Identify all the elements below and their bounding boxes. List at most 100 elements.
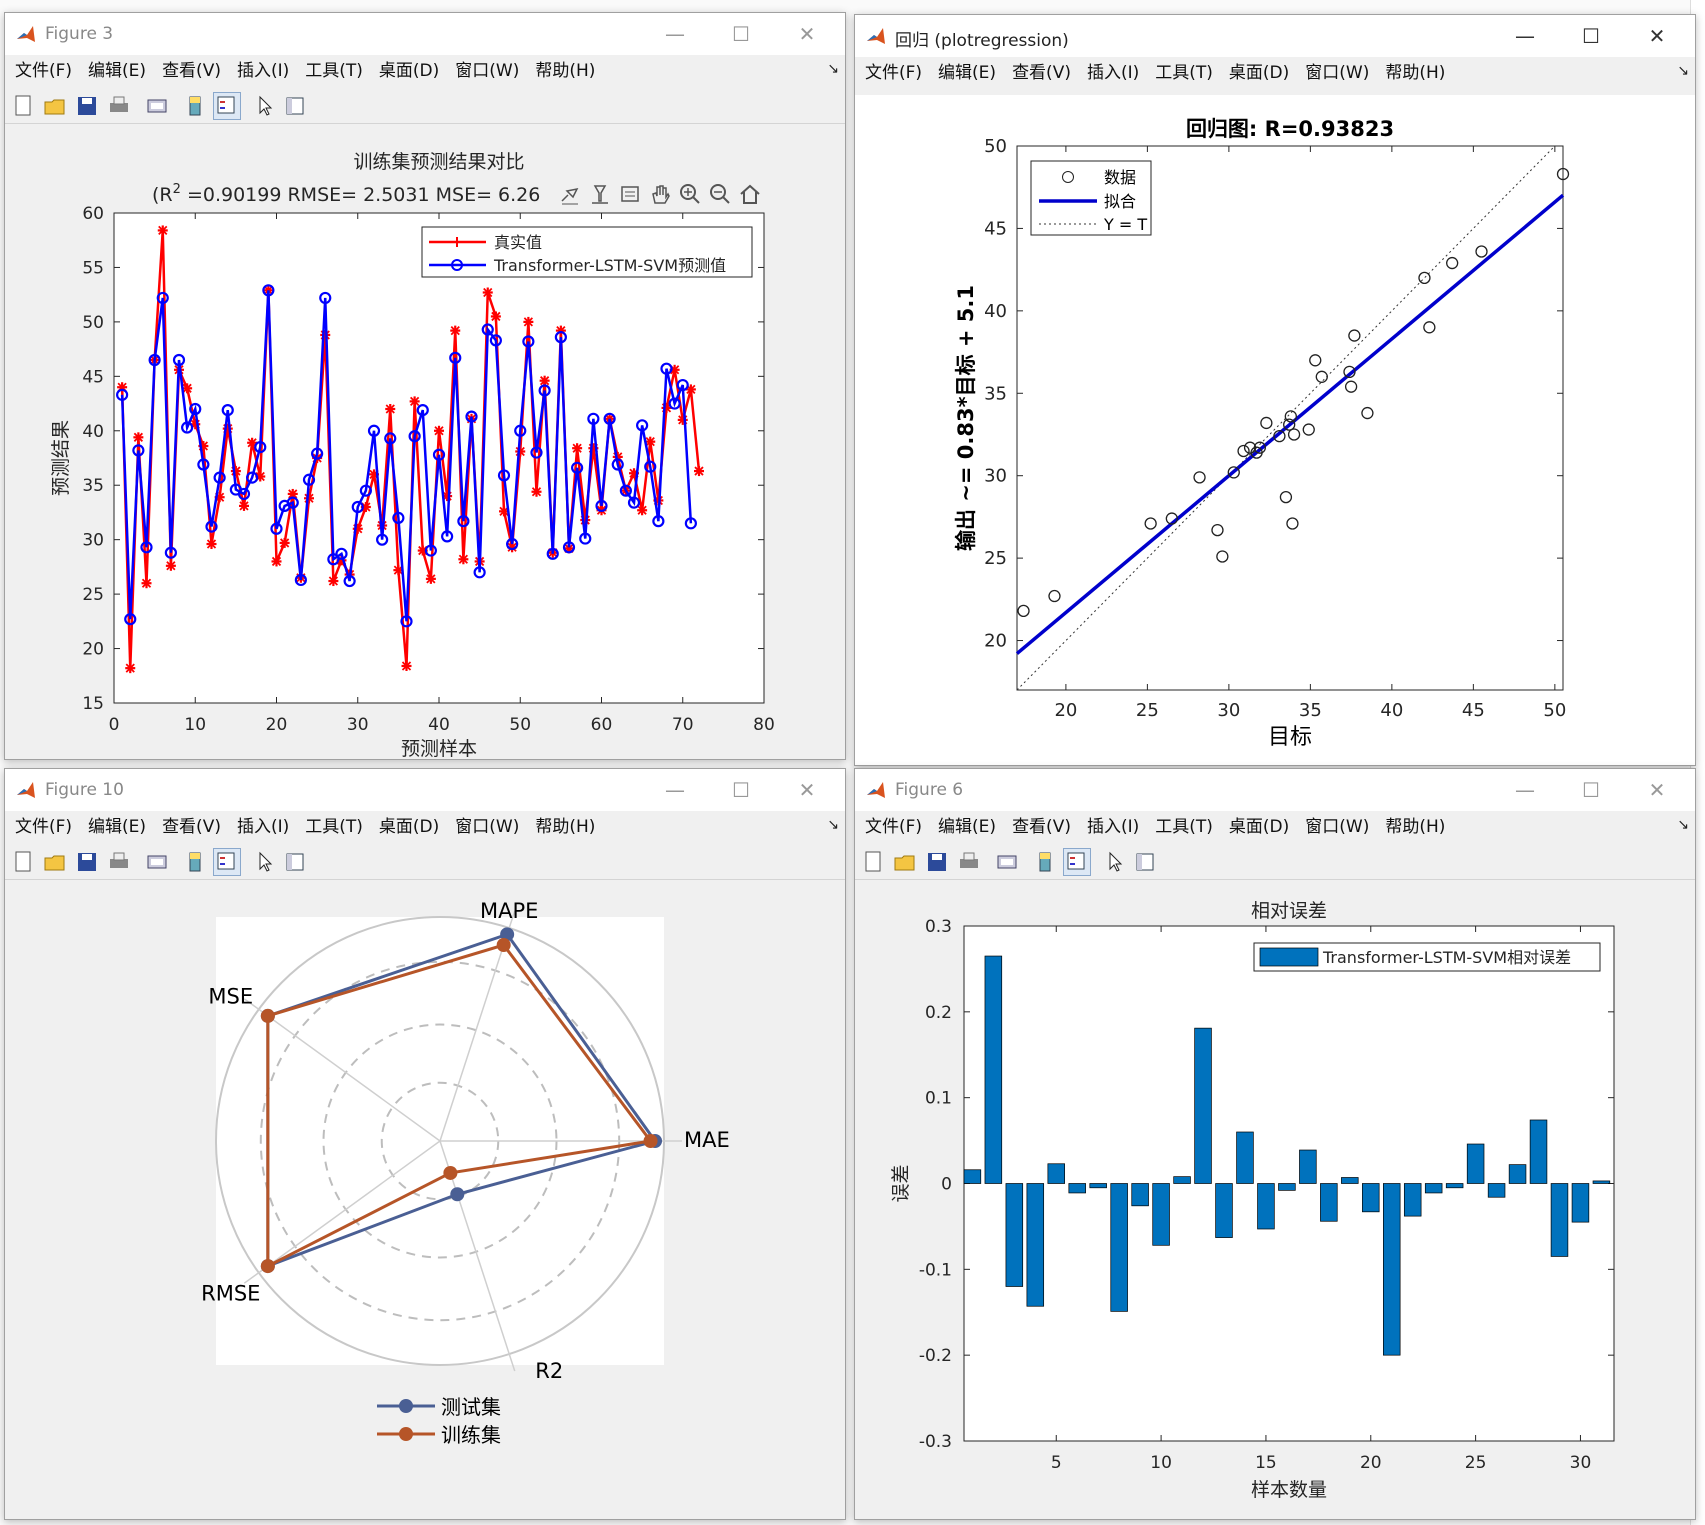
data-tips-icon[interactable] — [589, 183, 611, 205]
menu-item[interactable]: 工具(T) — [1155, 813, 1213, 841]
figure6-window[interactable]: Figure 6 — ☐ ✕ 文件(F) 编辑(E) 查看(V) 插入(I) 工具(T)… — [854, 768, 1696, 1520]
menu-item[interactable]: 帮助(H) — [535, 57, 595, 85]
save-icon[interactable] — [925, 850, 949, 874]
y-tick-label: 35 — [82, 476, 104, 496]
menu-item[interactable]: 编辑(E) — [88, 813, 146, 841]
toolbar-toggle-arrow-icon[interactable]: ↘ — [1677, 817, 1689, 833]
x-tick-label: 30 — [1570, 1453, 1592, 1473]
y-tick-label: 30 — [984, 466, 1007, 487]
open-file-icon[interactable] — [43, 94, 67, 118]
menu-item[interactable]: 插入(I) — [237, 813, 289, 841]
new-figure-icon[interactable] — [11, 850, 35, 874]
menu-item[interactable]: 查看(V) — [162, 57, 221, 85]
property-inspector-icon[interactable] — [1133, 850, 1157, 874]
toolbar-toggle-arrow-icon[interactable]: ↘ — [827, 61, 839, 77]
data-point-true — [694, 466, 704, 477]
brush-icon[interactable] — [559, 183, 581, 205]
menu-item[interactable]: 工具(T) — [1155, 59, 1213, 87]
title-bar[interactable]: Figure 3 — ☐ ✕ — [5, 13, 845, 55]
title-bar[interactable]: 回归 (plotregression) — ☐ ✕ — [855, 15, 1695, 57]
bar — [1005, 1183, 1024, 1287]
zoom-in-icon[interactable] — [679, 183, 701, 205]
menu-item[interactable]: 插入(I) — [1087, 59, 1139, 87]
menu-item[interactable]: 帮助(H) — [535, 813, 595, 841]
insert-legend-icon[interactable] — [213, 848, 241, 876]
menu-item[interactable]: 桌面(D) — [1229, 813, 1289, 841]
minimize-button[interactable]: — — [649, 775, 701, 805]
insert-colorbar-icon[interactable] — [183, 850, 207, 874]
menu-item[interactable]: 查看(V) — [1012, 813, 1071, 841]
menu-item[interactable]: 编辑(E) — [938, 813, 996, 841]
menu-item[interactable]: 桌面(D) — [379, 813, 439, 841]
save-icon[interactable] — [75, 94, 99, 118]
menu-item[interactable]: 文件(F) — [865, 59, 922, 87]
toolbar-toggle-arrow-icon[interactable]: ↘ — [1677, 63, 1689, 79]
menu-item[interactable]: 工具(T) — [305, 57, 363, 85]
edit-plot-pointer-icon[interactable] — [253, 850, 277, 874]
print-icon[interactable] — [957, 850, 981, 874]
property-inspector-icon[interactable] — [283, 94, 307, 118]
close-button[interactable]: ✕ — [1631, 775, 1683, 805]
menu-item[interactable]: 文件(F) — [15, 813, 72, 841]
home-icon[interactable] — [739, 183, 761, 205]
close-button[interactable]: ✕ — [1631, 21, 1683, 51]
edit-plot-pointer-icon[interactable] — [253, 94, 277, 118]
x-tick-label: 0 — [109, 715, 120, 735]
new-figure-icon[interactable] — [861, 850, 885, 874]
menu-item[interactable]: 窗口(W) — [455, 57, 519, 85]
link-plot-icon[interactable] — [995, 850, 1019, 874]
menu-item[interactable]: 帮助(H) — [1385, 59, 1445, 87]
title-bar[interactable]: Figure 6 — ☐ ✕ — [855, 769, 1695, 811]
menu-item[interactable]: 插入(I) — [1087, 813, 1139, 841]
property-inspector-icon[interactable] — [283, 850, 307, 874]
maximize-button[interactable]: ☐ — [715, 19, 767, 49]
link-icon[interactable] — [619, 183, 641, 205]
print-icon[interactable] — [107, 850, 131, 874]
insert-legend-icon[interactable] — [213, 92, 241, 120]
edit-plot-pointer-icon[interactable] — [1103, 850, 1127, 874]
menu-item[interactable]: 窗口(W) — [1305, 59, 1369, 87]
open-file-icon[interactable] — [893, 850, 917, 874]
data-point-true — [482, 287, 493, 298]
menu-item[interactable]: 工具(T) — [305, 813, 363, 841]
figure3-window[interactable]: Figure 3 — ☐ ✕ 文件(F) 编辑(E) 查看(V) 插入(I) 工具(T)… — [4, 12, 846, 760]
new-figure-icon[interactable] — [11, 94, 35, 118]
maximize-button[interactable]: ☐ — [1565, 775, 1617, 805]
menu-item[interactable]: 窗口(W) — [1305, 813, 1369, 841]
x-tick-label: 60 — [591, 715, 613, 735]
zoom-out-icon[interactable] — [709, 183, 731, 205]
minimize-button[interactable]: — — [649, 19, 701, 49]
menu-item[interactable]: 编辑(E) — [88, 57, 146, 85]
close-button[interactable]: ✕ — [781, 775, 833, 805]
insert-legend-icon[interactable] — [1063, 848, 1091, 876]
print-icon[interactable] — [107, 94, 131, 118]
menu-item[interactable]: 窗口(W) — [455, 813, 519, 841]
menu-item[interactable]: 插入(I) — [237, 57, 289, 85]
radar-axis-label: R2 — [535, 1359, 563, 1383]
bar — [1320, 1183, 1338, 1222]
figure10-window[interactable]: Figure 10 — ☐ ✕ 文件(F) 编辑(E) 查看(V) 插入(I) 工具(T… — [4, 768, 846, 1520]
link-plot-icon[interactable] — [145, 850, 169, 874]
menu-item[interactable]: 编辑(E) — [938, 59, 996, 87]
open-file-icon[interactable] — [43, 850, 67, 874]
toolbar-toggle-arrow-icon[interactable]: ↘ — [827, 817, 839, 833]
menu-item[interactable]: 查看(V) — [1012, 59, 1071, 87]
pan-icon[interactable] — [649, 183, 671, 205]
insert-colorbar-icon[interactable] — [183, 94, 207, 118]
menu-item[interactable]: 帮助(H) — [1385, 813, 1445, 841]
menu-item[interactable]: 查看(V) — [162, 813, 221, 841]
minimize-button[interactable]: — — [1499, 775, 1551, 805]
link-plot-icon[interactable] — [145, 94, 169, 118]
title-bar[interactable]: Figure 10 — ☐ ✕ — [5, 769, 845, 811]
menu-item[interactable]: 文件(F) — [15, 57, 72, 85]
insert-colorbar-icon[interactable] — [1033, 850, 1057, 874]
maximize-button[interactable]: ☐ — [715, 775, 767, 805]
save-icon[interactable] — [75, 850, 99, 874]
menu-item[interactable]: 文件(F) — [865, 813, 922, 841]
minimize-button[interactable]: — — [1499, 21, 1551, 51]
regression-window[interactable]: 回归 (plotregression) — ☐ ✕ 文件(F) 编辑(E) 查看(V… — [854, 14, 1696, 766]
close-button[interactable]: ✕ — [781, 19, 833, 49]
menu-item[interactable]: 桌面(D) — [379, 57, 439, 85]
menu-item[interactable]: 桌面(D) — [1229, 59, 1289, 87]
maximize-button[interactable]: ☐ — [1565, 21, 1617, 51]
